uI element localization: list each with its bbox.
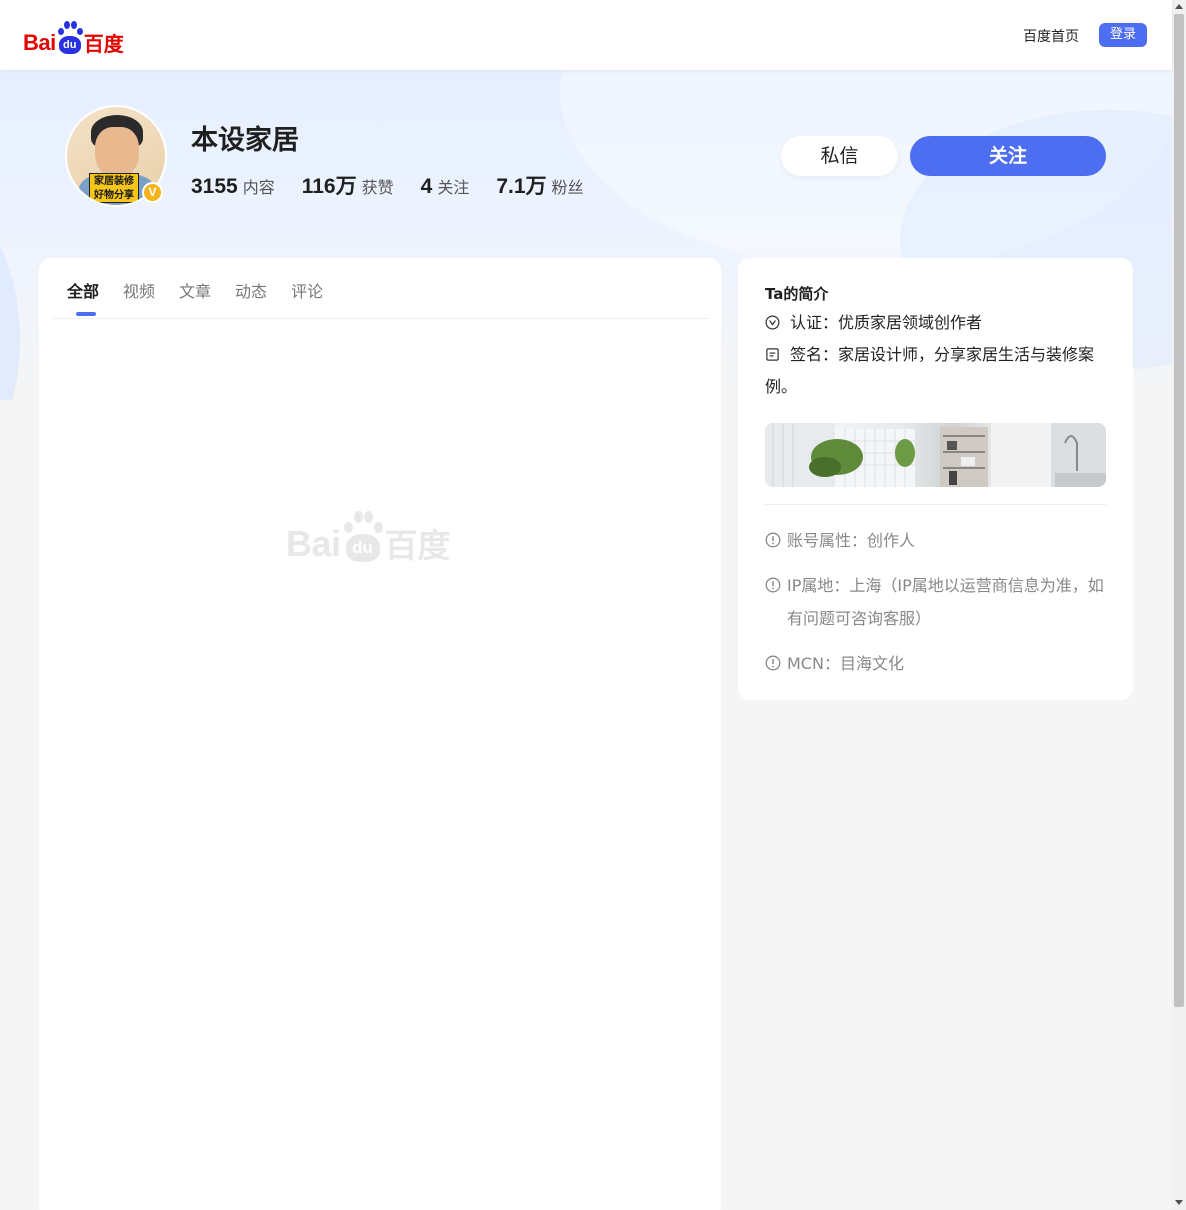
profile-name: 本设家居	[191, 125, 299, 156]
verified-icon: V	[142, 182, 163, 203]
baidu-home-link[interactable]: 百度首页	[1023, 26, 1079, 46]
logo-text-chinese: 百度	[384, 526, 451, 565]
scroll-thumb[interactable]	[1174, 14, 1184, 1007]
ip-location-row: IP属地：上海（IP属地以运营商信息为准，如有问题可咨询客服）	[765, 569, 1110, 635]
note-icon	[766, 348, 779, 361]
logo-text-chinese: 百度	[83, 32, 124, 56]
scroll-up-arrow-icon[interactable]	[1175, 4, 1183, 9]
stat-following[interactable]: 4 关注	[421, 174, 470, 199]
logo-text-du: du	[58, 36, 81, 54]
signature-text: 签名：家居设计师，分享家居生活与装修案例。	[765, 345, 1095, 396]
logo-text-latin: Bai	[23, 30, 56, 55]
signature-row: 签名：家居设计师，分享家居生活与装修案例。	[765, 339, 1110, 403]
tab-all[interactable]: 全部	[67, 278, 99, 318]
tab-divider	[53, 318, 709, 319]
info-icon	[765, 577, 781, 593]
intro-title: Ta的简介	[765, 285, 829, 303]
logo-text-latin: Bai	[286, 523, 341, 564]
stat-likes: 116万 获赞	[302, 170, 394, 200]
avatar-tag: 家居装修好物分享	[89, 173, 139, 203]
info-icon	[765, 655, 781, 671]
paw-icon: du	[57, 20, 83, 54]
paw-icon: du	[343, 510, 383, 562]
account-type-row: 账号属性：创作人	[765, 524, 1110, 557]
intro-divider	[765, 504, 1106, 505]
content-tabs: 全部 视频 文章 动态 评论	[67, 278, 347, 318]
content-card: 全部 视频 文章 动态 评论 Bai du 百度	[39, 258, 721, 1210]
stat-content[interactable]: 3155 内容	[191, 174, 275, 199]
certification-text: 认证：优质家居领域创作者	[790, 313, 983, 332]
stat-label: 获赞	[361, 178, 394, 197]
message-button[interactable]: 私信	[781, 136, 898, 176]
ip-location-text: IP属地：上海（IP属地以运营商信息为准，如有问题可咨询客服）	[787, 576, 1104, 628]
account-type-text: 账号属性：创作人	[787, 531, 916, 550]
tab-comment[interactable]: 评论	[291, 278, 323, 318]
stat-fans[interactable]: 7.1万 粉丝	[496, 170, 583, 200]
intro-card: Ta的简介 认证：优质家居领域创作者 签名：家居设计师，分享家居生活与装修案例。	[738, 258, 1133, 700]
tab-video[interactable]: 视频	[123, 278, 155, 318]
stat-label: 内容	[242, 178, 275, 197]
top-nav: Bai du 百度 百度首页 登录	[0, 0, 1172, 70]
info-icon	[765, 532, 781, 548]
page-scrollbar[interactable]	[1172, 0, 1186, 1210]
mcn-text: MCN：目海文化	[787, 654, 904, 673]
stat-value: 3155	[191, 175, 238, 198]
tab-dynamic[interactable]: 动态	[235, 278, 267, 318]
room-illustration	[765, 423, 1106, 487]
baidu-logo[interactable]: Bai du 百度	[23, 18, 129, 54]
certified-check-icon	[765, 315, 780, 330]
logo-text-du: du	[345, 534, 380, 562]
stat-label: 关注	[437, 178, 470, 197]
stat-value: 4	[420, 175, 433, 198]
stat-value: 116万	[301, 175, 357, 198]
stat-label: 粉丝	[551, 178, 584, 197]
mcn-row: MCN：目海文化	[765, 647, 1110, 680]
scroll-down-arrow-icon[interactable]	[1175, 1200, 1183, 1205]
tab-article[interactable]: 文章	[179, 278, 211, 318]
intro-banner-image[interactable]	[765, 423, 1106, 487]
loading-placeholder-logo: Bai du 百度	[286, 502, 476, 562]
follow-button[interactable]: 关注	[910, 136, 1106, 176]
profile-stats: 3155 内容 116万 获赞 4 关注 7.1万 粉丝	[191, 170, 611, 200]
certification-row: 认证：优质家居领域创作者	[765, 307, 1110, 339]
stat-value: 7.1万	[496, 175, 547, 198]
login-button[interactable]: 登录	[1099, 23, 1147, 47]
